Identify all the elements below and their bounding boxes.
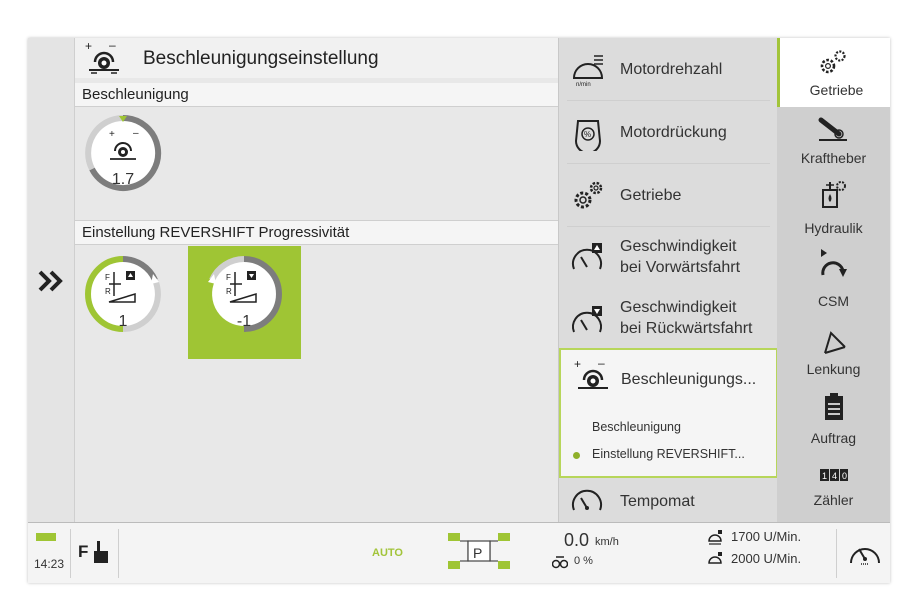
- tab-label: Hydraulik: [804, 220, 863, 236]
- left-strip: [28, 38, 75, 522]
- menu-label-line1: Geschwindigkeit: [620, 238, 737, 255]
- svg-text:4: 4: [832, 471, 837, 481]
- menu-label-line1: Geschwindigkeit: [620, 299, 737, 316]
- menu-item-getriebe[interactable]: Getriebe: [559, 164, 778, 226]
- steering-icon: [824, 331, 846, 354]
- status-bar: 14:23 F AUTO P 0.0 km/h 0 % 1700 U/Min. …: [28, 522, 890, 583]
- clipboard-icon: [825, 393, 843, 420]
- svg-text:n/min: n/min: [576, 82, 591, 88]
- speed-reverse-icon: [572, 306, 602, 333]
- divider: [118, 529, 119, 578]
- tab-label: CSM: [817, 293, 850, 309]
- section-revershift: Einstellung REVERSHIFT Progressivität: [75, 221, 558, 244]
- svg-text:1: 1: [822, 471, 827, 481]
- tab-kraftheber[interactable]: Kraftheber: [777, 108, 890, 172]
- cruise-control-icon: [572, 489, 602, 511]
- section-acceleration: Beschleunigung: [75, 83, 558, 106]
- speed-unit: km/h: [595, 536, 619, 548]
- svg-text:+: +: [574, 358, 581, 371]
- speedometer-icon[interactable]: [848, 537, 882, 567]
- main-panel: + – Beschleunigungseinstellung Beschleun…: [75, 38, 558, 522]
- svg-text:F: F: [105, 273, 110, 282]
- menu-label: Tempomat: [620, 493, 695, 510]
- svg-text:–: –: [598, 358, 605, 370]
- menu-item-motordrueckung[interactable]: % Motordrückung: [559, 101, 778, 163]
- menu-item-beschleunigung[interactable]: + – Beschleunigungs... Beschleunigung Ei…: [559, 348, 778, 478]
- rpm-actual: 1700 U/Min.: [731, 529, 802, 544]
- svg-text:0: 0: [842, 471, 847, 481]
- reverse-value: -1: [236, 313, 252, 330]
- divider: [75, 244, 558, 245]
- forward-value: 1: [118, 313, 128, 330]
- acceleration-icon: + –: [85, 40, 119, 74]
- engine-droop-icon: %: [574, 120, 602, 151]
- sub-item-revershift[interactable]: Einstellung REVERSHIFT...: [592, 447, 745, 461]
- engine-rpm-icon: [708, 530, 722, 545]
- usb-indicator-icon: [36, 533, 56, 541]
- acceleration-icon: + –: [574, 358, 608, 389]
- gears-icon: [574, 181, 603, 209]
- wheel-slip-icon: [552, 556, 568, 569]
- svg-text:F: F: [226, 273, 231, 282]
- divider: [75, 106, 558, 107]
- page-title: Beschleunigungseinstellung: [143, 48, 379, 69]
- hitch-icon: [818, 117, 847, 141]
- function-hand-icon[interactable]: F: [78, 537, 112, 565]
- gear-indicator: P: [473, 545, 483, 561]
- clock: 14:23: [34, 557, 65, 571]
- menu-item-tempomat[interactable]: Tempomat: [559, 478, 778, 522]
- tab-auftrag[interactable]: Auftrag: [777, 388, 890, 454]
- tab-hydraulik[interactable]: Hydraulik: [777, 172, 890, 238]
- divider: [70, 529, 71, 578]
- settings-menu: n/min Motordrehzahl % Motordrückung Getr…: [558, 38, 778, 522]
- tab-zaehler[interactable]: 1 4 0 Zähler: [777, 460, 890, 522]
- slip-value: 0 %: [574, 555, 593, 567]
- svg-text:R: R: [105, 287, 111, 296]
- menu-item-motordrehzahl[interactable]: n/min Motordrehzahl: [559, 38, 778, 100]
- acceleration-value: 1.7: [111, 171, 135, 188]
- auto-indicator: AUTO: [372, 547, 403, 559]
- tab-lenkung[interactable]: Lenkung: [777, 323, 890, 383]
- expand-chevron-icon[interactable]: [36, 266, 66, 296]
- svg-text:+: +: [109, 129, 115, 140]
- menu-label: Beschleunigungs...: [621, 371, 757, 388]
- svg-text:F: F: [78, 542, 88, 561]
- hydraulics-icon: [822, 181, 846, 208]
- speed-value: 0.0: [564, 530, 590, 550]
- menu-label: Motordrückung: [620, 124, 727, 141]
- tab-label: Getriebe: [809, 82, 864, 98]
- menu-label: Getriebe: [620, 187, 682, 204]
- tractor-terminal-screen: + – Beschleunigungseinstellung Beschleun…: [28, 38, 890, 583]
- rpm-target: 2000 U/Min.: [731, 551, 802, 566]
- engine-rpm-icon: n/min: [572, 55, 604, 88]
- tab-label: Kraftheber: [800, 150, 867, 166]
- menu-label: Motordrehzahl: [620, 61, 723, 78]
- gears-icon: [820, 50, 846, 74]
- tab-csm[interactable]: CSM: [777, 243, 890, 315]
- counter-icon: 1 4 0: [820, 469, 848, 481]
- svg-text:–: –: [133, 128, 139, 139]
- tab-label: Lenkung: [806, 361, 861, 377]
- menu-item-geschwindigkeit-rueckwaerts[interactable]: Geschwindigkeit bei Rückwärtsfahrt: [559, 290, 778, 352]
- menu-label-line2: bei Vorwärtsfahrt: [620, 259, 741, 276]
- menu-label-line2: bei Rückwärtsfahrt: [620, 320, 753, 337]
- svg-text:R: R: [226, 287, 232, 296]
- divider: [836, 529, 837, 578]
- engine-rpm-target-icon: [708, 552, 722, 564]
- active-dot: [573, 452, 580, 459]
- menu-item-geschwindigkeit-vorwaerts[interactable]: Geschwindigkeit bei Vorwärtsfahrt: [559, 227, 778, 289]
- panel-header: + – Beschleunigungseinstellung: [75, 38, 558, 78]
- svg-text:–: –: [109, 40, 116, 52]
- tab-label: Auftrag: [810, 430, 857, 446]
- csm-sequence-icon: [821, 249, 847, 277]
- svg-text:+: +: [85, 40, 92, 53]
- tab-getriebe[interactable]: Getriebe: [777, 38, 890, 107]
- speed-forward-icon: [572, 243, 602, 270]
- right-tab-bar: Getriebe Kraftheber Hydraulik CSM Lenkun…: [777, 38, 890, 522]
- svg-text:%: %: [584, 130, 591, 139]
- tab-label: Zähler: [813, 492, 854, 508]
- sub-item-beschleunigung[interactable]: Beschleunigung: [592, 420, 681, 434]
